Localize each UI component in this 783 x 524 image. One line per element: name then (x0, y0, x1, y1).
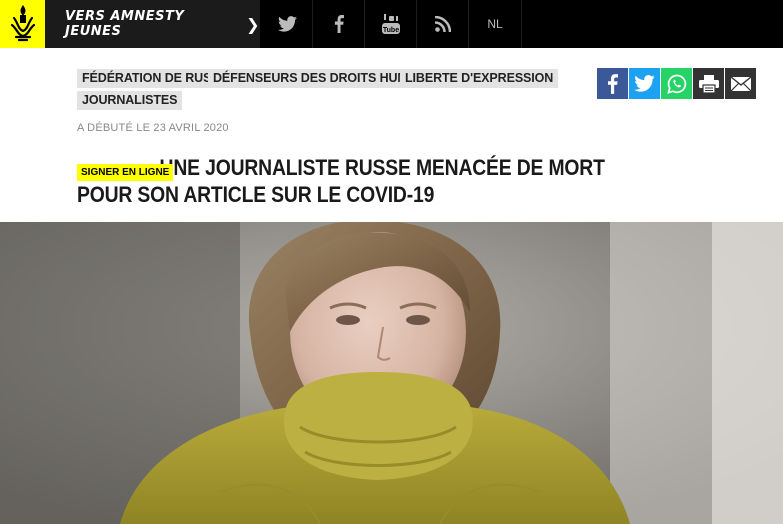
share-twitter-button[interactable] (629, 68, 660, 99)
twitter-link[interactable] (262, 0, 312, 48)
facebook-icon (607, 73, 618, 94)
language-switch-nl[interactable]: NL (468, 0, 522, 48)
chevron-right-icon: ❯ (246, 14, 260, 34)
amnesty-logo[interactable] (0, 0, 45, 48)
print-icon (698, 74, 719, 93)
mail-icon (730, 76, 751, 91)
article-title: UNE JOURNALISTE RUSSE MENACÉE DE MORT PO… (77, 155, 605, 207)
facebook-link[interactable] (312, 0, 364, 48)
tag-liberte-expression[interactable]: LIBERTE D'EXPRESSION (400, 69, 559, 88)
sign-online-badge: SIGNER EN LIGNE (77, 164, 174, 181)
tag-journalistes[interactable]: JOURNALISTES (77, 91, 183, 110)
share-mail-button[interactable] (725, 68, 756, 99)
top-navigation-bar: VERS AMNESTY JEUNES ❯ Tube NL (0, 0, 783, 48)
article-hero-photo (0, 222, 783, 524)
rss-link[interactable] (416, 0, 468, 48)
facebook-icon (334, 15, 344, 33)
portrait-photo (0, 222, 783, 524)
print-button[interactable] (693, 68, 724, 99)
youtube-icon: Tube (381, 14, 400, 34)
twitter-icon (634, 75, 655, 92)
amnesty-jeunes-label: VERS AMNESTY JEUNES (65, 9, 185, 39)
amnesty-jeunes-link[interactable]: VERS AMNESTY JEUNES ❯ (45, 0, 260, 48)
candle-logo-icon (10, 5, 35, 42)
svg-text:Tube: Tube (382, 27, 398, 34)
youtube-link[interactable]: Tube (364, 0, 416, 48)
rss-icon (434, 16, 451, 32)
language-label: NL (487, 17, 503, 31)
article-start-date: A DÉBUTÉ LE 23 AVRIL 2020 (77, 122, 229, 134)
whatsapp-icon (666, 74, 686, 94)
share-facebook-button[interactable] (597, 68, 628, 99)
share-whatsapp-button[interactable] (661, 68, 692, 99)
twitter-icon (277, 16, 297, 32)
